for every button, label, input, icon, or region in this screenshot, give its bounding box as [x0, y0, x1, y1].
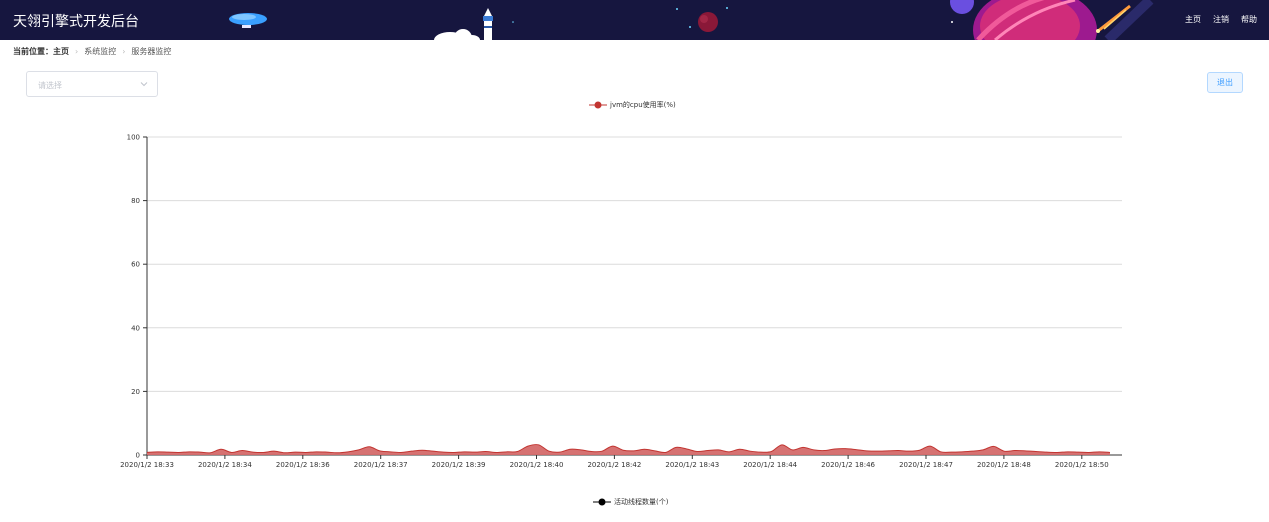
x-tick-label: 2020/1/2 18:43: [665, 461, 719, 469]
x-tick-label: 2020/1/2 18:48: [977, 461, 1031, 469]
y-tick-label: 100: [127, 134, 140, 142]
y-tick-label: 60: [131, 261, 140, 269]
y-tick-label: 80: [131, 197, 140, 205]
x-tick-label: 2020/1/2 18:40: [510, 461, 564, 469]
cpu-area-fill: [147, 444, 1110, 455]
y-tick-label: 0: [136, 452, 140, 460]
x-tick-label: 2020/1/2 18:42: [587, 461, 641, 469]
x-tick-label: 2020/1/2 18:39: [432, 461, 486, 469]
x-tick-label: 2020/1/2 18:44: [743, 461, 797, 469]
y-tick-label: 40: [131, 324, 140, 332]
x-tick-label: 2020/1/2 18:50: [1055, 461, 1109, 469]
x-tick-label: 2020/1/2 18:33: [120, 461, 174, 469]
x-tick-label: 2020/1/2 18:37: [354, 461, 408, 469]
x-tick-label: 2020/1/2 18:34: [198, 461, 252, 469]
cpu-usage-chart: 0 20 40 60 80 100 2020/1/2 18:33 2020/1/2 18:34…: [120, 134, 1122, 469]
x-tick-label: 2020/1/2 18:36: [276, 461, 330, 469]
x-tick-label: 2020/1/2 18:47: [899, 461, 953, 469]
x-tick-label: 2020/1/2 18:46: [821, 461, 875, 469]
y-tick-label: 20: [131, 388, 140, 396]
